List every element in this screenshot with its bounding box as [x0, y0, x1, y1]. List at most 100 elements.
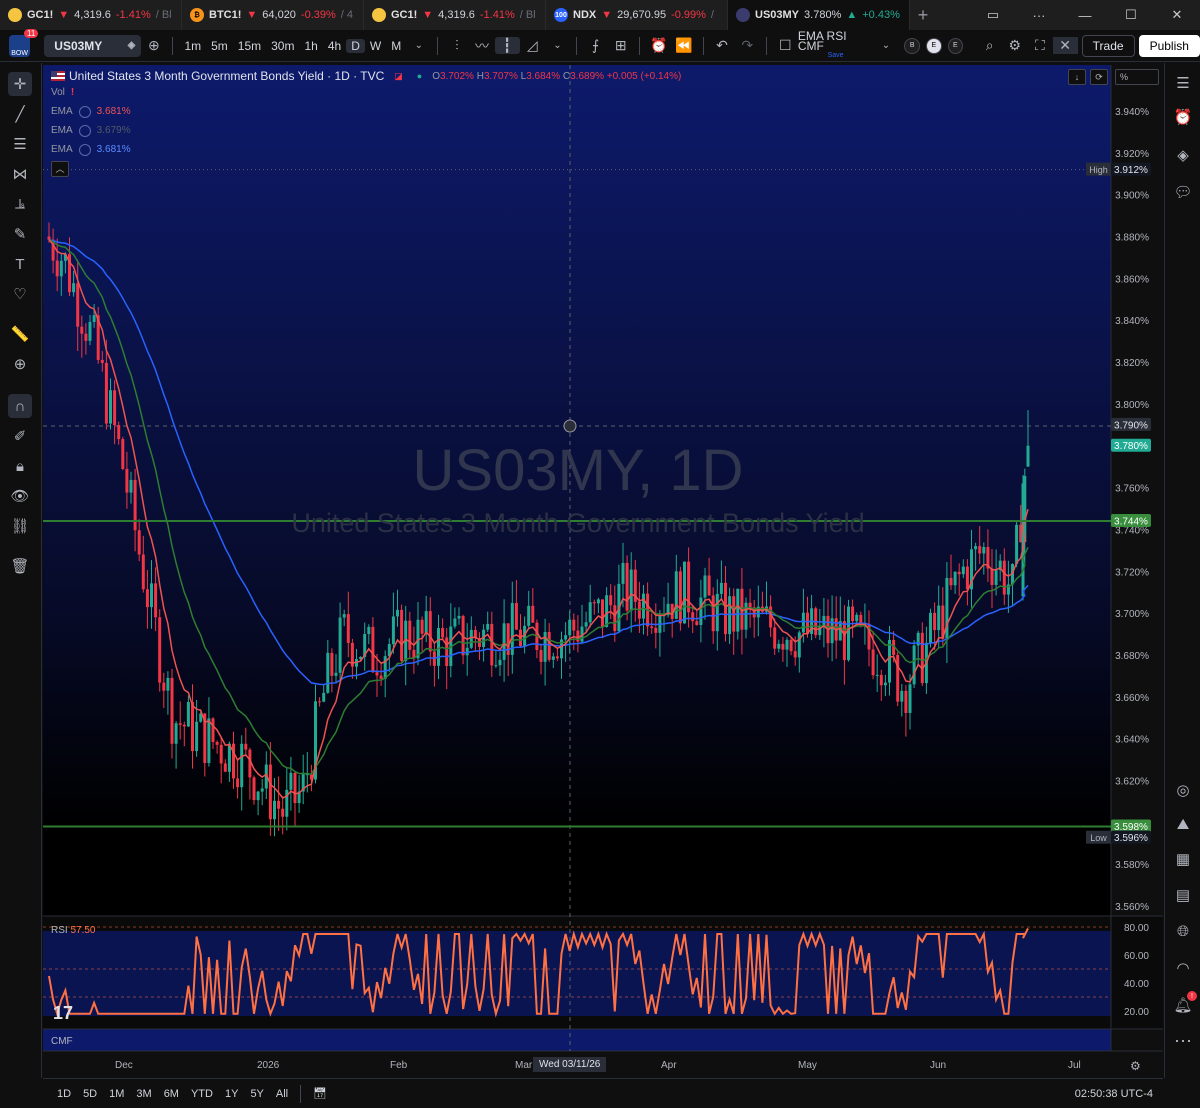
heart-icon[interactable]: ♡ — [8, 282, 32, 306]
chevron-up-icon[interactable]: ︿ — [51, 160, 69, 177]
replay-icon[interactable]: ⏪ — [671, 37, 696, 54]
close-window-icon[interactable]: ✕ — [1154, 0, 1200, 30]
news-icon[interactable]: ▤ — [1171, 883, 1195, 907]
ruler-icon[interactable]: 📏 — [8, 322, 32, 346]
interval-1h[interactable]: 1h — [299, 39, 322, 53]
range-ytd[interactable]: YTD — [185, 1088, 219, 1100]
chat-icon[interactable]: 💬︎ — [1171, 180, 1195, 204]
tab-us03my[interactable]: US03MY 3.780% ▲ +0.43% / ✕ — [728, 0, 910, 30]
crosshair-icon[interactable]: ✛ — [8, 72, 32, 96]
forecast-icon[interactable]: ⫡ — [8, 192, 32, 216]
text-icon[interactable]: T — [8, 252, 32, 276]
redo-icon[interactable]: ↷ — [735, 37, 760, 54]
add-symbol-icon[interactable]: ⊕ — [141, 37, 166, 54]
tab-gc1-2[interactable]: GC1! ▼ 4,319.6 -1.41% / Bl — [364, 0, 546, 30]
brush-icon[interactable]: ✎ — [8, 222, 32, 246]
alarm-clock-icon[interactable]: ⏰ — [1171, 105, 1195, 129]
tab-gc1[interactable]: GC1! ▼ 4,319.6 -1.41% / Bl — [0, 0, 182, 30]
range-1y[interactable]: 1Y — [219, 1088, 244, 1100]
layout-icon[interactable]: ▭ — [970, 0, 1016, 30]
chevron-down-icon[interactable]: ⌄ — [406, 40, 431, 51]
ema-settings-icon[interactable] — [78, 105, 91, 118]
legend-ema-1[interactable]: EMA 3.681% — [51, 102, 681, 121]
interval-15m[interactable]: 15m — [233, 39, 266, 53]
legend-collapse[interactable]: ︿ — [51, 159, 681, 178]
clock[interactable]: 02:50:38 UTC-4 — [1075, 1088, 1153, 1100]
globe-icon[interactable]: 🌐︎ — [1171, 919, 1195, 943]
maximize-icon[interactable]: ☐ — [1108, 0, 1154, 30]
date-range-icon[interactable]: 📅︎ — [307, 1087, 333, 1100]
interval-d[interactable]: D — [346, 38, 365, 53]
interval-4h[interactable]: 4h — [323, 39, 346, 53]
legend-ema-3[interactable]: EMA 3.681% — [51, 140, 681, 159]
indicators-icon[interactable]: ⨍ — [583, 37, 608, 54]
ema-settings-icon[interactable] — [78, 143, 91, 156]
trash-icon[interactable]: 🗑︎ — [8, 554, 32, 578]
pattern-icon[interactable]: ⋈ — [8, 162, 32, 186]
rss-icon[interactable]: ◠ — [1171, 956, 1195, 980]
minimize-icon[interactable]: — — [1062, 0, 1108, 30]
legend-vol[interactable]: Vol ! — [51, 83, 681, 102]
layout-select-icon[interactable]: ☐ — [773, 37, 798, 54]
interval-w[interactable]: W — [365, 39, 386, 53]
percent-button[interactable]: % — [1115, 69, 1159, 85]
circle-button-e2[interactable]: E — [947, 37, 964, 54]
indicator-template-button[interactable]: EMA RSI CMF Save — [798, 30, 873, 61]
more-icon[interactable]: ··· — [1016, 0, 1062, 30]
compare-diamond-icon[interactable]: ◈ — [128, 40, 136, 51]
range-all[interactable]: All — [270, 1088, 294, 1100]
fullscreen-icon[interactable]: ⛶ — [1027, 37, 1052, 54]
link-icon[interactable]: ⛓ — [8, 514, 32, 538]
avatar[interactable]: BOW 11 — [9, 28, 39, 57]
search-icon[interactable]: ⌕ — [977, 37, 1002, 54]
fib-icon[interactable]: ☰ — [8, 132, 32, 156]
publish-button[interactable]: Publish — [1138, 34, 1200, 57]
refresh-icon[interactable]: ⟳ — [1090, 69, 1108, 85]
calendar-icon[interactable]: ▦ — [1171, 847, 1195, 871]
undo-icon[interactable]: ↶ — [709, 37, 734, 54]
lock-icon[interactable]: 🔒︎ — [8, 454, 32, 478]
line-chart-icon[interactable]: 〰 — [469, 36, 494, 56]
candle-chart-icon[interactable]: ┇ — [494, 37, 520, 54]
arrow-down-icon[interactable]: ↓ — [1068, 69, 1086, 85]
symbol-search[interactable]: US03MY ◈ — [44, 34, 142, 57]
watchlist-icon[interactable]: ☰ — [1171, 71, 1195, 95]
range-5y[interactable]: 5Y — [244, 1088, 269, 1100]
tab-ndx[interactable]: 100 NDX ▼ 29,670.95 -0.99% / — [546, 0, 728, 30]
range-5d[interactable]: 5D — [77, 1088, 103, 1100]
cmf-label[interactable]: CMF — [51, 1036, 73, 1047]
legend-title[interactable]: United States 3 Month Government Bonds Y… — [69, 69, 384, 83]
notifications-icon[interactable]: 🔔︎! — [1171, 991, 1197, 1017]
chevron-down-icon[interactable]: ⌄ — [545, 40, 570, 51]
interval-30m[interactable]: 30m — [266, 39, 299, 53]
more-options-icon[interactable]: ⋯ — [1171, 1029, 1195, 1053]
tab-btc1[interactable]: ₿ BTC1! ▼ 64,020 -0.39% / 4 — [182, 0, 364, 30]
interval-1m[interactable]: 1m — [179, 39, 206, 53]
chevron-down-icon[interactable]: ⌄ — [873, 40, 898, 51]
trendline-icon[interactable]: ╱ — [8, 102, 32, 126]
circle-button-b[interactable]: B — [904, 37, 920, 54]
chart-area[interactable]: 3.940% 3.920% 3.900% 3.880% 3.860% 3.840% 3.82… — [43, 65, 1163, 1078]
area-chart-icon[interactable]: ◿ — [520, 37, 545, 54]
legend-ema-2[interactable]: EMA 3.679% — [51, 121, 681, 140]
ema-settings-icon[interactable] — [78, 124, 91, 137]
rsi-legend[interactable]: RSI 57.50 — [51, 925, 95, 936]
range-1m[interactable]: 1M — [103, 1088, 130, 1100]
magnet-icon[interactable]: ∩ — [8, 394, 32, 418]
stay-drawing-icon[interactable]: ✐ — [8, 424, 32, 448]
templates-icon[interactable]: ⊞ — [608, 37, 633, 54]
target-icon[interactable]: ◎ — [1171, 778, 1195, 802]
bar-chart-icon[interactable]: ⫶ — [444, 37, 469, 54]
alert-icon[interactable]: ⏰ — [646, 37, 671, 54]
circle-button-e[interactable]: E — [926, 37, 942, 54]
gear-icon[interactable]: ⚙ — [1130, 1059, 1141, 1073]
indicator-template-save[interactable]: Save — [828, 51, 844, 61]
layers-icon[interactable]: ◈ — [1171, 143, 1195, 167]
price-chart[interactable]: 3.940% 3.920% 3.900% 3.880% 3.860% 3.840% 3.82… — [43, 65, 1163, 1078]
trade-button[interactable]: Trade — [1081, 34, 1135, 57]
new-tab-button[interactable]: + — [910, 5, 936, 26]
range-6m[interactable]: 6M — [158, 1088, 185, 1100]
eye-icon[interactable]: 👁︎ — [8, 484, 32, 508]
interval-5m[interactable]: 5m — [206, 39, 233, 53]
gear-icon[interactable]: ⚙ — [1002, 37, 1027, 54]
